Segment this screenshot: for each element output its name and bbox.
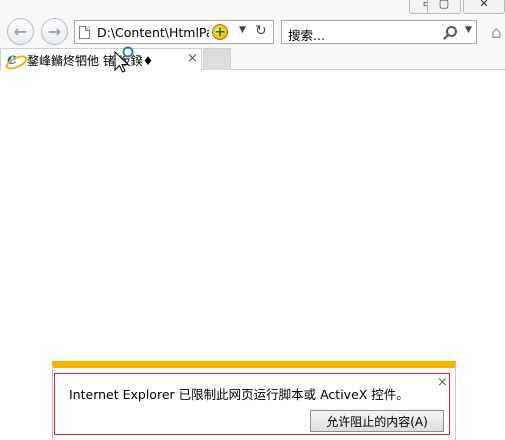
notification-highlight: Internet Explorer 已限制此网页运行脚本或 ActiveX 控件… (54, 373, 450, 435)
search-icon[interactable] (446, 26, 457, 37)
search-input[interactable]: 搜索... (288, 25, 325, 44)
page-icon (79, 26, 90, 39)
address-dropdown-icon[interactable]: ▼ (239, 25, 246, 35)
allow-blocked-content-button[interactable]: 允许阻止的内容(A) (310, 410, 444, 432)
page-content (0, 71, 505, 361)
tab-title: 鍪峰鏅炵牭他 锗 坂鍨♦ (27, 54, 154, 68)
notification-bar: Internet Explorer 已限制此网页运行脚本或 ActiveX 控件… (52, 361, 456, 440)
tab-strip: e 鍪峰鏅炵牭他 锗 坂鍨♦ × (0, 48, 505, 70)
back-button[interactable]: ← (7, 18, 34, 45)
close-window-button[interactable]: ✕ (463, 0, 505, 14)
forward-arrow-icon: → (47, 22, 62, 41)
notification-close-icon[interactable]: × (437, 375, 448, 390)
home-icon[interactable]: ⌂ (491, 23, 502, 43)
add-plus-icon[interactable]: + (212, 24, 228, 40)
title-bar: ▭ ▢ ✕ (0, 0, 505, 14)
maximize-button[interactable]: ▢ (427, 0, 461, 14)
search-dropdown-icon[interactable]: ▼ (465, 25, 472, 35)
search-box[interactable]: 搜索... ▼ (281, 20, 477, 44)
ie-logo-icon: e (7, 51, 23, 68)
notification-message: Internet Explorer 已限制此网页运行脚本或 ActiveX 控件… (69, 387, 409, 402)
address-bar[interactable]: D:\Content\HtmlPag + ▼ ↻ (74, 20, 274, 44)
tab-close-icon[interactable]: × (187, 51, 198, 66)
refresh-icon[interactable]: ↻ (255, 23, 267, 39)
navigation-bar: ← → D:\Content\HtmlPag + ▼ ↻ 搜索... ▼ ⌂ (0, 14, 505, 48)
new-tab-button[interactable] (203, 48, 231, 70)
address-url[interactable]: D:\Content\HtmlPag (97, 25, 209, 40)
forward-button[interactable]: → (41, 18, 68, 45)
tab-current[interactable]: e 鍪峰鏅炵牭他 锗 坂鍨♦ × (0, 48, 202, 70)
back-arrow-icon: ← (13, 22, 28, 41)
